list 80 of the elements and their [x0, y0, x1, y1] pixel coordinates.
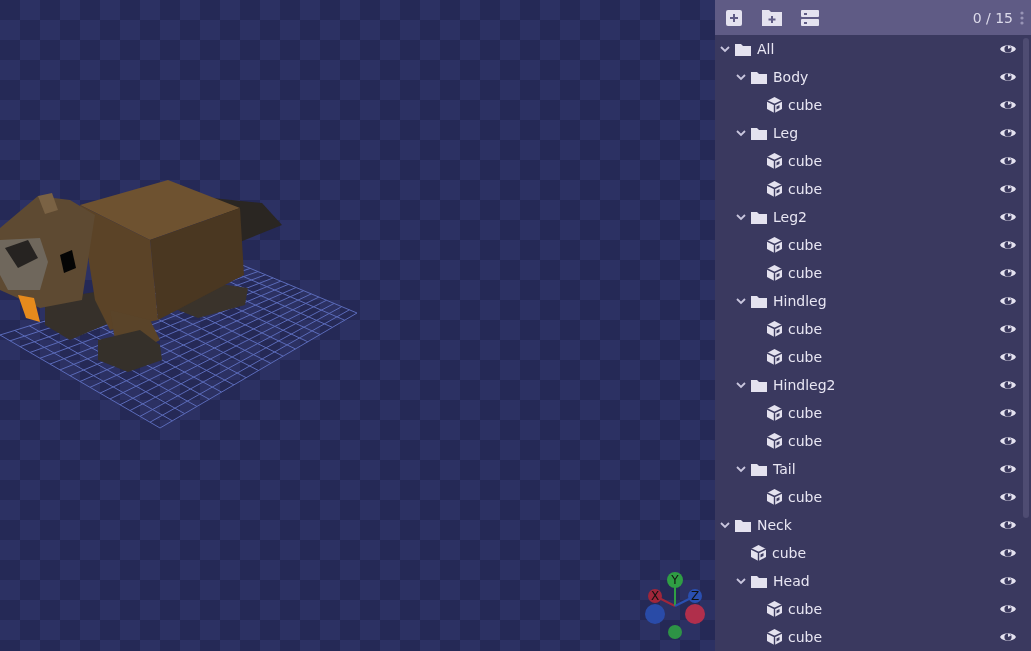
chevron-icon[interactable] — [719, 43, 731, 55]
folder-icon — [751, 574, 767, 588]
cube-icon — [767, 181, 782, 197]
cube-icon — [751, 545, 766, 561]
cube-icon — [767, 601, 782, 617]
cube-row[interactable]: cube — [715, 231, 1020, 259]
eye-icon[interactable] — [999, 630, 1017, 644]
folder-icon — [751, 294, 767, 308]
chevron-icon[interactable] — [719, 519, 731, 531]
cube-row[interactable]: cube — [715, 343, 1020, 371]
cube-icon — [767, 349, 782, 365]
eye-icon[interactable] — [999, 518, 1017, 532]
group-row[interactable]: Hindleg — [715, 287, 1020, 315]
cube-row[interactable]: cube — [715, 595, 1020, 623]
group-row[interactable]: Hindleg2 — [715, 371, 1020, 399]
eye-icon[interactable] — [999, 238, 1017, 252]
cube-icon — [767, 153, 782, 169]
group-row[interactable]: Neck — [715, 511, 1020, 539]
cube-row[interactable]: cube — [715, 399, 1020, 427]
folder-icon — [735, 518, 751, 532]
eye-icon[interactable] — [999, 602, 1017, 616]
eye-icon[interactable] — [999, 490, 1017, 504]
folder-icon — [751, 126, 767, 140]
group-row[interactable]: Leg2 — [715, 203, 1020, 231]
eye-icon[interactable] — [999, 434, 1017, 448]
eye-icon[interactable] — [999, 406, 1017, 420]
group-row[interactable]: Tail — [715, 455, 1020, 483]
chevron-icon[interactable] — [735, 295, 747, 307]
cube-row[interactable]: cube — [715, 483, 1020, 511]
eye-icon[interactable] — [999, 574, 1017, 588]
add-cube-icon[interactable] — [725, 8, 743, 27]
chevron-icon[interactable] — [735, 379, 747, 391]
cube-icon — [767, 405, 782, 421]
cube-row[interactable]: cube — [715, 91, 1020, 119]
collapse-icon[interactable] — [801, 8, 819, 27]
cube-row[interactable]: cube — [715, 259, 1020, 287]
folder-icon — [751, 210, 767, 224]
eye-icon[interactable] — [999, 266, 1017, 280]
cube-icon — [767, 433, 782, 449]
chevron-icon[interactable] — [735, 127, 747, 139]
chevron-icon[interactable] — [735, 71, 747, 83]
cube-row[interactable]: cube — [715, 623, 1020, 651]
cube-icon — [767, 265, 782, 281]
folder-icon — [751, 462, 767, 476]
eye-icon[interactable] — [999, 70, 1017, 84]
eye-icon[interactable] — [999, 210, 1017, 224]
eye-icon[interactable] — [999, 322, 1017, 336]
cube-row[interactable]: cube — [715, 427, 1020, 455]
group-row[interactable]: Body — [715, 63, 1020, 91]
folder-icon — [751, 378, 767, 392]
eye-icon[interactable] — [999, 126, 1017, 140]
cube-row[interactable]: cube — [715, 315, 1020, 343]
chevron-icon[interactable] — [735, 211, 747, 223]
cube-icon — [767, 97, 782, 113]
cube-row[interactable]: cube — [715, 147, 1020, 175]
eye-icon[interactable] — [999, 350, 1017, 364]
group-row[interactable]: Leg — [715, 119, 1020, 147]
cube-icon — [767, 321, 782, 337]
cube-icon — [767, 237, 782, 253]
add-group-icon[interactable] — [762, 8, 782, 26]
folder-icon — [735, 42, 751, 56]
group-row[interactable]: Head — [715, 567, 1020, 595]
chevron-icon[interactable] — [735, 575, 747, 587]
eye-icon[interactable] — [999, 378, 1017, 392]
cube-icon — [767, 629, 782, 645]
group-row[interactable]: All — [715, 35, 1020, 63]
eye-icon[interactable] — [999, 546, 1017, 560]
eye-icon[interactable] — [999, 462, 1017, 476]
eye-icon[interactable] — [999, 294, 1017, 308]
element-counter: 0 / 15 — [972, 9, 1013, 26]
axis-gizmo-drawing[interactable]: X Y Z — [645, 572, 705, 639]
cube-row[interactable]: cube — [715, 175, 1020, 203]
eye-icon[interactable] — [999, 182, 1017, 196]
cube-row[interactable]: cube — [715, 539, 1020, 567]
cube-icon — [767, 489, 782, 505]
eye-icon[interactable] — [999, 98, 1017, 112]
eye-icon[interactable] — [999, 154, 1017, 168]
folder-icon — [751, 70, 767, 84]
chevron-icon[interactable] — [735, 463, 747, 475]
eye-icon[interactable] — [999, 42, 1017, 56]
